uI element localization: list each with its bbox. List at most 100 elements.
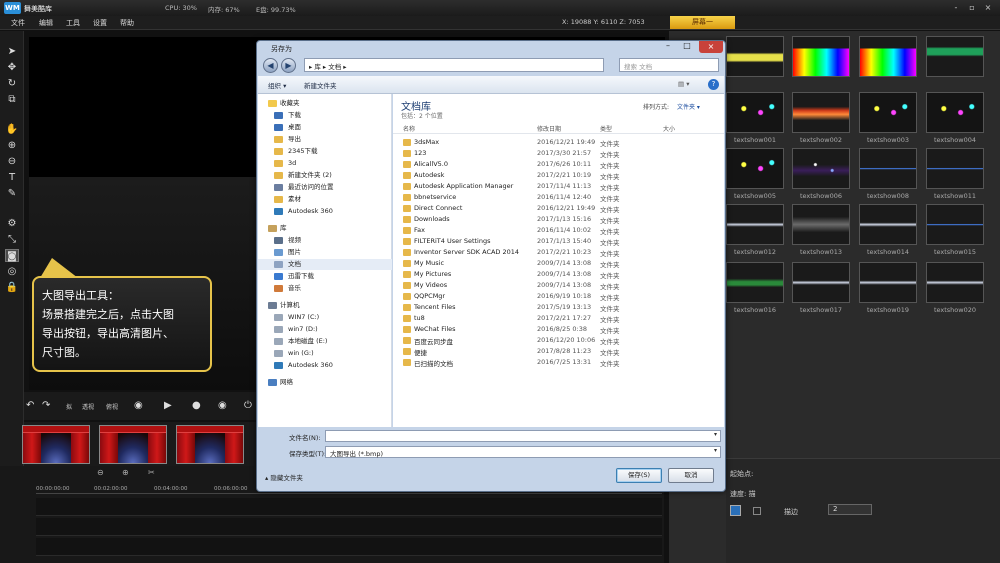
effect-thumbnail[interactable]: textshow014 <box>859 204 917 258</box>
effect-thumbnail[interactable]: textshow008 <box>859 148 917 202</box>
file-row[interactable]: 已扫描的文档 2016/7/25 13:31 文件夹 <box>393 357 724 368</box>
chevron-down-icon[interactable]: ▾ <box>714 447 717 454</box>
nav-item[interactable]: 迅雷下载 <box>258 271 392 282</box>
timeline-zoom-in-icon[interactable]: ⊕ <box>122 468 129 477</box>
column-name[interactable]: 名称 <box>403 124 415 133</box>
globe-icon[interactable]: ◎ <box>5 265 19 278</box>
dialog-minimize-button[interactable]: – <box>659 41 677 53</box>
file-row[interactable]: Inventor Server SDK ACAD 2014 2017/2/21 1… <box>393 247 724 258</box>
back-arrow-icon[interactable]: ◀ <box>263 58 278 73</box>
record-icon[interactable]: ◉ <box>134 400 143 411</box>
scene-thumbnail[interactable] <box>99 425 167 464</box>
nav-item[interactable]: 3d <box>258 158 392 169</box>
file-row[interactable]: tu8 2017/2/21 17:27 文件夹 <box>393 313 724 324</box>
pan-hand-icon[interactable]: ✋ <box>5 123 19 136</box>
file-row[interactable]: FILTERiT4 User Settings 2017/1/13 15:40 文件… <box>393 236 724 247</box>
menu-file[interactable]: 文件 <box>11 18 25 28</box>
minimize-button[interactable]: - <box>950 2 962 13</box>
file-row[interactable]: QQPCMgr 2016/9/19 10:18 文件夹 <box>393 291 724 302</box>
file-row[interactable]: Downloads 2017/1/13 15:16 文件夹 <box>393 214 724 225</box>
effect-thumbnail[interactable]: textshow002 <box>792 92 850 146</box>
effect-thumbnail[interactable]: textshow017 <box>792 262 850 316</box>
view-top[interactable]: 俯视 <box>106 402 118 411</box>
effect-thumbnail[interactable]: textshow001 <box>726 92 784 146</box>
gear-icon[interactable]: ⚙ <box>5 217 19 230</box>
effect-thumbnail[interactable]: textshow020 <box>926 262 984 316</box>
new-folder-button[interactable]: 新建文件夹 <box>304 80 337 90</box>
nav-group-header[interactable]: 计算机 <box>258 300 392 311</box>
column-date[interactable]: 修改日期 <box>537 124 561 133</box>
file-row[interactable]: My Music 2009/7/14 13:08 文件夹 <box>393 258 724 269</box>
power-icon[interactable]: ⏻ <box>244 400 252 411</box>
effect-thumbnail[interactable]: textshow011 <box>926 148 984 202</box>
dialog-close-button[interactable]: × <box>699 41 723 53</box>
nav-group-header[interactable]: 库 <box>258 223 392 234</box>
nav-item[interactable]: win (G:) <box>258 348 392 359</box>
file-row[interactable]: WeChat Files 2016/8/25 0:38 文件夹 <box>393 324 724 335</box>
move-icon[interactable]: ✥ <box>5 61 19 74</box>
view-label-1[interactable]: 拟 <box>66 402 72 411</box>
filetype-select[interactable]: 大图导出 (*.bmp) ▾ <box>325 446 721 458</box>
effect-thumbnail[interactable]: textshow016 <box>726 262 784 316</box>
hide-folders-toggle[interactable]: ▴ 隐藏文件夹 <box>265 472 303 482</box>
nav-item[interactable]: 素材 <box>258 194 392 205</box>
cut-icon[interactable]: ✂ <box>148 468 155 477</box>
nav-item[interactable]: 本地磁盘 (E:) <box>258 336 392 347</box>
stroke-width-select[interactable]: 2 <box>828 504 872 515</box>
effect-thumbnail[interactable]: textshow003 <box>859 92 917 146</box>
file-row[interactable]: AlicallV5.0 2017/6/26 10:11 文件夹 <box>393 159 724 170</box>
nav-item[interactable]: win7 (D:) <box>258 324 392 335</box>
camera-export-icon[interactable]: ◙ <box>5 249 19 262</box>
scene-thumbnail[interactable] <box>176 425 244 464</box>
file-row[interactable]: Autodesk 2017/2/21 10:19 文件夹 <box>393 170 724 181</box>
file-row[interactable]: bbnetservice 2016/11/4 12:40 文件夹 <box>393 192 724 203</box>
close-button[interactable]: × <box>982 2 994 13</box>
view-options-icon[interactable]: ▤ ▾ <box>678 80 689 88</box>
nav-item[interactable]: 下载 <box>258 110 392 121</box>
file-row[interactable]: Autodesk Application Manager 2017/11/4 11… <box>393 181 724 192</box>
nav-item[interactable]: 图片 <box>258 247 392 258</box>
nav-item[interactable]: 导出 <box>258 134 392 145</box>
rotate-icon[interactable]: ↻ <box>5 77 19 90</box>
scene-thumbnail[interactable] <box>22 425 90 464</box>
screen-select-button[interactable]: 屏幕一 <box>670 16 735 29</box>
file-row[interactable]: 便捷 2017/8/28 11:23 文件夹 <box>393 346 724 357</box>
file-row[interactable]: Tencent Files 2017/5/19 13:13 文件夹 <box>393 302 724 313</box>
effect-thumbnail[interactable] <box>726 36 784 90</box>
zoom-in-icon[interactable]: ⊕ <box>5 139 19 152</box>
column-type[interactable]: 类型 <box>600 124 612 133</box>
sort-dropdown[interactable]: 文件夹 ▾ <box>677 102 700 111</box>
forward-arrow-icon[interactable]: ▶ <box>281 58 296 73</box>
menu-edit[interactable]: 编辑 <box>39 18 53 28</box>
effect-thumbnail[interactable]: textshow004 <box>926 92 984 146</box>
effect-thumbnail[interactable]: textshow019 <box>859 262 917 316</box>
cancel-button[interactable]: 取消 <box>668 468 714 483</box>
nav-group-header[interactable]: 收藏夹 <box>258 98 392 109</box>
dialog-maximize-button[interactable]: □ <box>677 41 697 53</box>
effect-thumbnail[interactable] <box>926 36 984 90</box>
edit-icon[interactable]: ✎ <box>5 187 19 200</box>
file-row[interactable]: Fax 2016/11/4 10:02 文件夹 <box>393 225 724 236</box>
timeline-zoom-out-icon[interactable]: ⊖ <box>97 468 104 477</box>
text-style-icon[interactable] <box>730 505 741 516</box>
nav-item[interactable]: 最近访问的位置 <box>258 182 392 193</box>
nav-item[interactable]: 2345下载 <box>258 146 392 157</box>
effect-thumbnail[interactable] <box>792 36 850 90</box>
nav-item[interactable]: 新建文件夹 (2) <box>258 170 392 181</box>
undo-icon[interactable]: ↶ <box>26 400 34 411</box>
nav-item[interactable]: 桌面 <box>258 122 392 133</box>
fit-view-icon[interactable]: ⤡ <box>5 233 19 246</box>
menu-tools[interactable]: 工具 <box>66 18 80 28</box>
redo-icon[interactable]: ↷ <box>42 400 50 411</box>
nav-item[interactable]: WIN7 (C:) <box>258 312 392 323</box>
column-size[interactable]: 大小 <box>663 124 675 133</box>
file-row[interactable]: Direct Connect 2016/12/21 19:49 文件夹 <box>393 203 724 214</box>
effect-thumbnail[interactable]: textshow013 <box>792 204 850 258</box>
chevron-down-icon[interactable]: ▾ <box>714 431 717 438</box>
nav-item[interactable]: 文档 <box>258 259 392 270</box>
file-row[interactable]: 3dsMax 2016/12/21 19:49 文件夹 <box>393 137 724 148</box>
organize-menu[interactable]: 组织 ▾ <box>268 80 286 90</box>
nav-item[interactable]: Autodesk 360 <box>258 206 392 217</box>
file-row[interactable]: My Videos 2009/7/14 13:08 文件夹 <box>393 280 724 291</box>
scale-icon[interactable]: ⧉ <box>5 93 19 106</box>
